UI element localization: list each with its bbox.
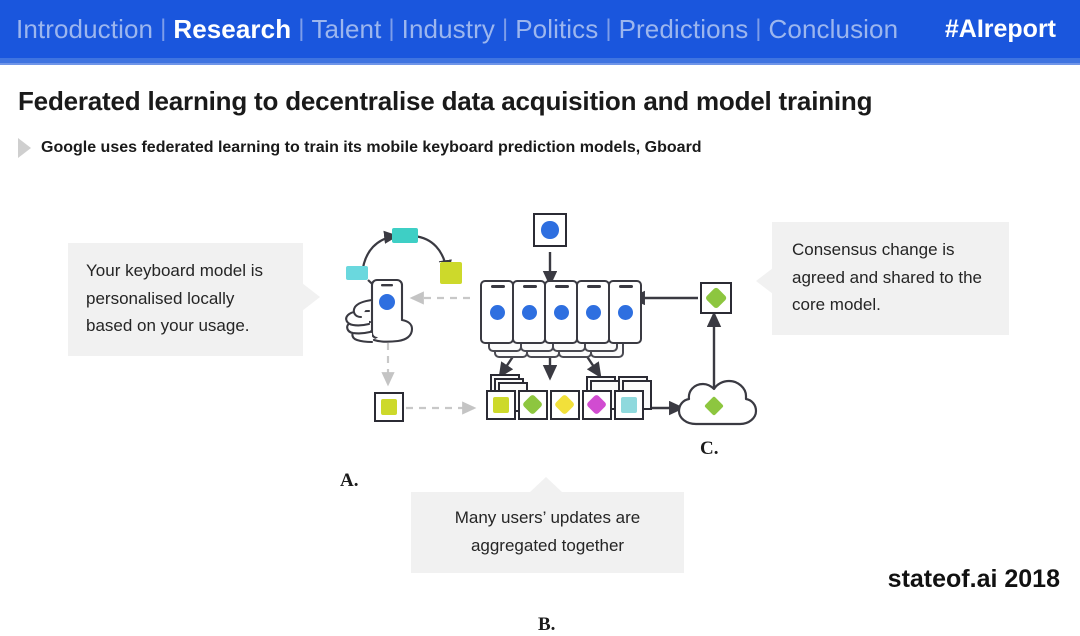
phone-screen [517,291,541,333]
callout-bottom-pointer [529,477,563,493]
core-model-tile [533,213,567,247]
tile-a-teal-blob [392,228,418,243]
phone-screen-dot [379,294,395,310]
phone-speaker [381,284,393,287]
tile-a-cyan-blob [346,266,368,280]
cloud-icon [677,379,758,426]
hashtag-label: #AIreport [944,14,1056,43]
nav-links: Introduction | Research | Talent | Indus… [16,14,945,45]
phone-speaker [555,285,569,288]
nav-separator: | [160,15,167,42]
tile-b-4 [582,390,612,420]
triangle-right-icon [18,138,31,158]
subtitle-row: Google uses federated learning to train … [18,138,702,158]
tile-a-green-blob [440,262,462,284]
phone-speaker [619,285,633,288]
phone-screen [549,291,573,333]
nav-item-introduction[interactable]: Introduction [16,14,153,45]
tile-b-4-blob [586,394,608,416]
diagram-label-a: A. [340,470,359,491]
phone-model-blob [521,304,537,320]
phone-screen [613,291,637,333]
callout-right-text: Consensus change is agreed and shared to… [792,240,982,315]
callout-bottom-text: Many users’ updates are aggregated toget… [454,508,641,555]
page-title: Federated learning to decentralise data … [18,86,873,116]
nav-item-research[interactable]: Research [173,14,291,45]
nav-separator: | [298,15,305,42]
local-model-tile [374,392,404,422]
tile-b-3-blob [554,394,576,416]
tile-a-green [440,262,462,284]
callout-left-text: Your keyboard model is personalised loca… [86,261,264,336]
core-model-blob [541,221,559,239]
nav-item-talent[interactable]: Talent [311,14,381,45]
local-model-blob [381,399,397,415]
nav-underline-thin [0,63,1080,65]
phone-speaker [491,285,505,288]
diagram-label-b: B. [538,614,556,635]
top-navigation-bar: Introduction | Research | Talent | Indus… [0,0,1080,58]
callout-left: Your keyboard model is personalised loca… [68,243,320,356]
callout-right-pointer [756,268,773,294]
consensus-model-blob [704,286,728,310]
tile-b-3 [550,390,580,420]
device-phone [512,280,546,344]
tile-b-1 [486,390,516,420]
phone-model-blob [553,304,569,320]
hand-holding-phone-icon [345,278,414,344]
phone-model-blob [617,304,633,320]
tile-b-5 [614,390,644,420]
phone-screen [485,291,509,333]
tile-a-teal [392,228,418,243]
device-cluster [480,280,642,358]
device-phone [576,280,610,344]
consensus-model-tile [700,282,732,314]
nav-item-predictions[interactable]: Predictions [619,14,749,45]
device-phone [480,280,514,344]
phone-speaker [523,285,537,288]
footer-branding: stateof.ai 2018 [887,565,1060,593]
update-tiles-group [484,374,652,436]
tile-b-2-blob [522,394,544,416]
device-phone [544,280,578,344]
phone-screen [581,291,605,333]
nav-separator: | [501,15,509,42]
phone-model-blob [585,304,601,320]
nav-separator: | [388,15,395,42]
tile-a-cyan [346,266,368,280]
tile-b-1-blob [493,397,509,413]
nav-item-industry[interactable]: Industry [402,14,495,45]
tile-b-5-blob [621,397,637,413]
nav-item-conclusion[interactable]: Conclusion [769,14,899,45]
callout-right: Consensus change is agreed and shared to… [756,222,1009,335]
subtitle-text: Google uses federated learning to train … [41,139,702,156]
tile-b-2 [518,390,548,420]
callout-bottom: Many users’ updates are aggregated toget… [411,477,684,574]
nav-separator: | [605,15,612,42]
device-phone [608,280,642,344]
phone-model-blob [489,304,505,320]
nav-item-politics[interactable]: Politics [515,14,598,45]
nav-separator: | [755,15,762,42]
callout-left-pointer [302,283,320,311]
diagram-label-c: C. [700,438,719,459]
phone-speaker [587,285,601,288]
